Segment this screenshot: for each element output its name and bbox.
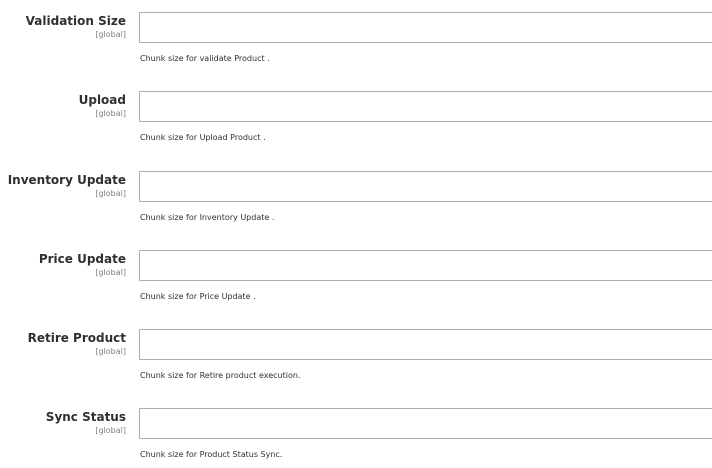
- retire-product-input[interactable]: [139, 329, 712, 360]
- config-page: { "fields": [ { "label": "Validation Siz…: [0, 0, 712, 459]
- field-comment: Chunk size for Retire product execution.: [140, 371, 301, 380]
- field-label: Sync Status: [45, 410, 126, 424]
- scope-label: [global]: [95, 426, 126, 435]
- field-comment: Chunk size for Inventory Update .: [140, 213, 275, 222]
- upload-input[interactable]: [139, 91, 712, 122]
- field-row-sync-status: Sync Status [global] Chunk size for Prod…: [0, 408, 712, 468]
- field-row-inventory-update: Inventory Update [global] Chunk size for…: [0, 171, 712, 231]
- scope-label: [global]: [95, 347, 126, 356]
- field-comment: Chunk size for validate Product .: [140, 54, 270, 63]
- price-update-input[interactable]: [139, 250, 712, 281]
- sync-status-input[interactable]: [139, 408, 712, 439]
- inventory-update-input[interactable]: [139, 171, 712, 202]
- scope-label: [global]: [95, 109, 126, 118]
- field-comment: Chunk size for Price Update .: [140, 292, 256, 301]
- field-row-price-update: Price Update [global] Chunk size for Pri…: [0, 250, 712, 310]
- scope-label: [global]: [95, 30, 126, 39]
- scope-label: [global]: [95, 268, 126, 277]
- field-label: Inventory Update: [7, 173, 126, 187]
- field-label: Validation Size: [25, 14, 126, 28]
- field-row-retire-product: Retire Product [global] Chunk size for R…: [0, 329, 712, 389]
- validation-size-input[interactable]: [139, 12, 712, 43]
- field-comment: Chunk size for Product Status Sync.: [140, 450, 283, 459]
- field-label: Retire Product: [27, 331, 126, 345]
- field-row-upload: Upload [global] Chunk size for Upload Pr…: [0, 91, 712, 151]
- field-row-validation-size: Validation Size [global] Chunk size for …: [0, 12, 712, 72]
- scope-label: [global]: [95, 189, 126, 198]
- field-label: Upload: [78, 93, 126, 107]
- field-label: Price Update: [38, 252, 126, 266]
- field-comment: Chunk size for Upload Product .: [140, 133, 266, 142]
